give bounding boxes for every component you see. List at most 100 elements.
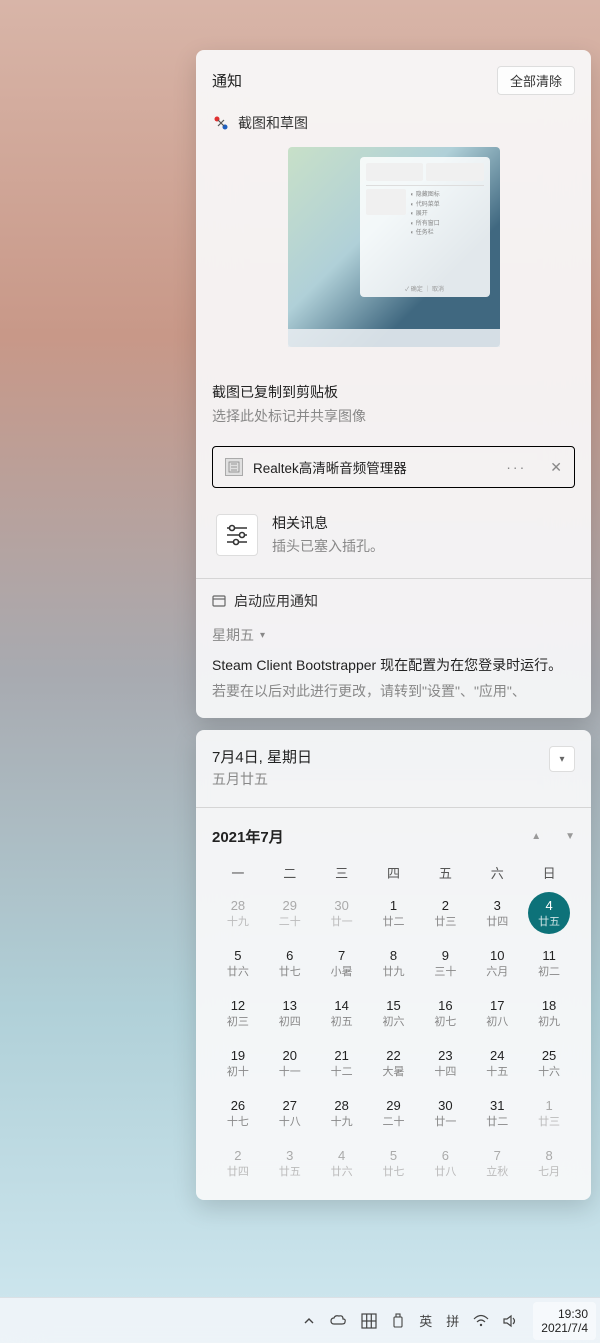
calendar-prev-button[interactable]: ▲ [531, 831, 541, 842]
calendar-day[interactable]: 5廿六 [217, 942, 259, 984]
clear-all-button[interactable]: 全部清除 [497, 66, 575, 95]
calendar-day[interactable]: 8廿九 [372, 942, 414, 984]
calendar-grid: 一二三四五六日 28十九29二十30廿一1廿二2廿三3廿四4廿五5廿六6廿七7小… [212, 863, 575, 1184]
window-icon [212, 594, 226, 608]
calendar-day[interactable]: 28十九 [217, 892, 259, 934]
snip-notification[interactable]: 截图和草图 ◐ 隐藏图标◐ 代码菜单◐ 展开◐ 所有窗口◐ 任务栏 ✓ 确定 ｜… [212, 113, 575, 426]
ime-language[interactable]: 英 [417, 1309, 434, 1332]
snip-subtitle: 选择此处标记并共享图像 [212, 406, 575, 426]
realtek-app-label: Realtek高清晰音频管理器 [253, 457, 496, 477]
calendar-day[interactable]: 18初九 [528, 992, 570, 1034]
calendar-nav: ▲ ▼ [531, 831, 575, 842]
calendar-next-button[interactable]: ▼ [565, 831, 575, 842]
calendar-day[interactable]: 7小暑 [321, 942, 363, 984]
calendar-weekday: 五 [419, 863, 471, 882]
calendar-date-lunar: 五月廿五 [212, 769, 312, 789]
volume-icon[interactable] [501, 1312, 521, 1330]
calendar-day[interactable]: 10六月 [476, 942, 518, 984]
calendar-day[interactable]: 2廿四 [217, 1142, 259, 1184]
realtek-info-card[interactable]: 相关讯息 插头已塞入插孔。 [212, 513, 575, 556]
calendar-weekday: 一 [212, 863, 264, 882]
calendar-collapse-button[interactable]: ▾ [549, 746, 575, 772]
ime-mode[interactable]: 拼 [444, 1309, 461, 1332]
calendar-day[interactable]: 3廿四 [476, 892, 518, 934]
calendar-day[interactable]: 22大暑 [372, 1042, 414, 1084]
notifications-title: 通知 [212, 70, 242, 91]
calendar-weekday: 四 [368, 863, 420, 882]
calendar-day[interactable]: 8七月 [528, 1142, 570, 1184]
snip-thumbnail: ◐ 隐藏图标◐ 代码菜单◐ 展开◐ 所有窗口◐ 任务栏 ✓ 确定 ｜ 取消 [288, 147, 500, 347]
startup-app-label: 启动应用通知 [234, 591, 318, 611]
notifications-header: 通知 全部清除 [212, 66, 575, 95]
startup-text: Steam Client Bootstrapper 现在配置为在您登录时运行。 [212, 655, 575, 676]
realtek-close-button[interactable]: ✕ [550, 459, 562, 476]
audio-sliders-icon [216, 514, 258, 556]
calendar-day[interactable]: 29二十 [269, 892, 311, 934]
calendar-day[interactable]: 27十八 [269, 1092, 311, 1134]
calendar-weekday: 三 [316, 863, 368, 882]
calendar-day[interactable]: 24十五 [476, 1042, 518, 1084]
calendar-day[interactable]: 1廿二 [372, 892, 414, 934]
calendar-weekday: 日 [523, 863, 575, 882]
calendar-day[interactable]: 17初八 [476, 992, 518, 1034]
calendar-day[interactable]: 29二十 [372, 1092, 414, 1134]
calendar-day[interactable]: 23十四 [424, 1042, 466, 1084]
calendar-day[interactable]: 6廿八 [424, 1142, 466, 1184]
onedrive-icon[interactable] [327, 1312, 349, 1330]
notifications-panel: 通知 全部清除 截图和草图 ◐ 隐藏图标◐ 代码菜单◐ 展开◐ 所有窗口◐ 任务… [196, 50, 591, 718]
realtek-notification-header[interactable]: Realtek高清晰音频管理器 ··· ✕ [212, 446, 575, 488]
calendar-weekday: 二 [264, 863, 316, 882]
calendar-day[interactable]: 14初五 [321, 992, 363, 1034]
calendar-day[interactable]: 26十七 [217, 1092, 259, 1134]
snip-app-label: 截图和草图 [238, 113, 308, 133]
calendar-day[interactable]: 19初十 [217, 1042, 259, 1084]
divider [196, 807, 591, 808]
startup-day: 星期五▾ [212, 625, 575, 645]
calendar-day[interactable]: 5廿七 [372, 1142, 414, 1184]
calendar-month-row: 2021年7月 ▲ ▼ [212, 826, 575, 847]
calendar-day[interactable]: 2廿三 [424, 892, 466, 934]
calendar-day[interactable]: 7立秋 [476, 1142, 518, 1184]
wifi-icon[interactable] [471, 1312, 491, 1330]
calendar-day[interactable]: 13初四 [269, 992, 311, 1034]
taskbar: 英 拼 19:30 2021/7/4 [0, 1297, 600, 1343]
realtek-more-button[interactable]: ··· [506, 459, 526, 475]
calendar-day[interactable]: 1廿三 [528, 1092, 570, 1134]
calendar-day[interactable]: 30廿一 [321, 892, 363, 934]
calendar-day[interactable]: 30廿一 [424, 1092, 466, 1134]
calendar-day[interactable]: 6廿七 [269, 942, 311, 984]
calendar-day[interactable]: 4廿六 [321, 1142, 363, 1184]
snip-app-row: 截图和草图 [212, 113, 575, 133]
taskbar-clock[interactable]: 19:30 2021/7/4 [533, 1302, 596, 1340]
calendar-day[interactable]: 4廿五 [528, 892, 570, 934]
calendar-weekday: 六 [471, 863, 523, 882]
snip-sketch-icon [212, 114, 230, 132]
calendar-day[interactable]: 11初二 [528, 942, 570, 984]
clock-date: 2021/7/4 [541, 1321, 588, 1335]
calendar-day[interactable]: 25十六 [528, 1042, 570, 1084]
clock-time: 19:30 [558, 1307, 588, 1321]
calendar-panel: 7月4日, 星期日 五月廿五 ▾ 2021年7月 ▲ ▼ 一二三四五六日 28十… [196, 730, 591, 1200]
calendar-day[interactable]: 20十一 [269, 1042, 311, 1084]
calendar-day[interactable]: 9三十 [424, 942, 466, 984]
tray-overflow-button[interactable] [301, 1313, 317, 1329]
calendar-header: 7月4日, 星期日 五月廿五 ▾ [212, 746, 575, 789]
grid-icon[interactable] [359, 1311, 379, 1331]
system-tray: 英 拼 [301, 1309, 527, 1332]
snip-title: 截图已复制到剪贴板 [212, 382, 575, 402]
usb-icon[interactable] [389, 1311, 407, 1331]
realtek-icon [225, 458, 243, 476]
calendar-day[interactable]: 12初三 [217, 992, 259, 1034]
calendar-month-label: 2021年7月 [212, 826, 284, 847]
calendar-day[interactable]: 16初七 [424, 992, 466, 1034]
calendar-day[interactable]: 31廿二 [476, 1092, 518, 1134]
calendar-day[interactable]: 3廿五 [269, 1142, 311, 1184]
realtek-info-title: 相关讯息 [272, 513, 384, 533]
realtek-info-sub: 插头已塞入插孔。 [272, 536, 384, 556]
calendar-day[interactable]: 15初六 [372, 992, 414, 1034]
calendar-date-main: 7月4日, 星期日 [212, 746, 312, 767]
startup-app-row: 启动应用通知 [212, 591, 575, 611]
calendar-day[interactable]: 28十九 [321, 1092, 363, 1134]
startup-subtext: 若要在以后对此进行更改，请转到"设置"、"应用"、 [212, 681, 575, 702]
calendar-day[interactable]: 21十二 [321, 1042, 363, 1084]
